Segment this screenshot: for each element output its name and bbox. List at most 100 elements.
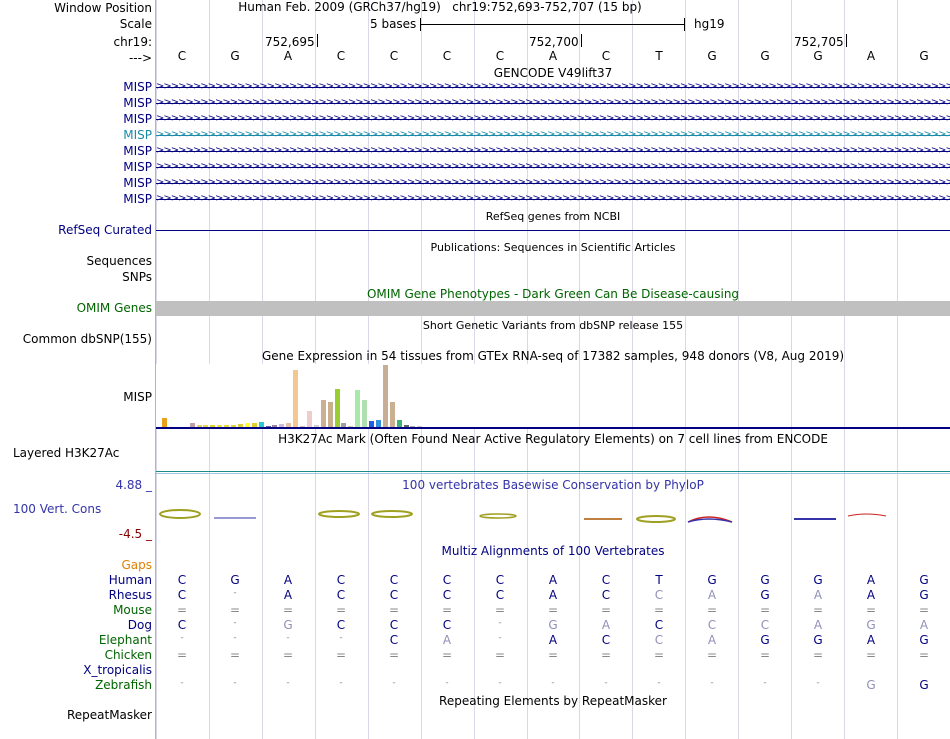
phylop-mark (371, 510, 413, 518)
alignment-base: A (813, 588, 823, 602)
track-area[interactable]: Human Feb. 2009 (GRCh37/hg19) chr19:752,… (156, 0, 950, 739)
reference-base: C (442, 49, 452, 63)
snps-label[interactable]: SNPs (122, 270, 152, 284)
alignment-base: = (176, 603, 188, 617)
assembly-name: Human Feb. 2009 (GRCh37/hg19) (238, 0, 441, 14)
alignment-base: = (335, 648, 347, 662)
gencode-transcript-label[interactable]: MISP (123, 160, 152, 174)
alignment-base: - (180, 633, 184, 643)
position-tick-label: 752,695 (265, 35, 315, 49)
alignment-base: A (813, 618, 823, 632)
reference-base: C (601, 49, 611, 63)
gencode-title: GENCODE V49lift37 (493, 66, 613, 80)
gencode-transcript-label[interactable]: MISP (123, 128, 152, 142)
gencode-transcript-label[interactable]: MISP (123, 80, 152, 94)
alignment-base: - (286, 678, 290, 688)
alignment-base: - (180, 678, 184, 688)
sequences-label[interactable]: Sequences (87, 254, 152, 268)
gtex-tissue-bar[interactable] (335, 389, 340, 428)
omim-genes-label[interactable]: OMIM Genes (77, 301, 152, 315)
refseq-gene-line[interactable] (156, 230, 950, 231)
alignment-base: C (442, 618, 452, 632)
species-label[interactable]: Elephant (99, 633, 152, 647)
alignment-base: A (866, 588, 876, 602)
phylop-mark (847, 513, 887, 517)
refseq-curated-label[interactable]: RefSeq Curated (58, 223, 152, 237)
phylop-label[interactable]: 100 Vert. Cons (13, 502, 101, 516)
gtex-tissue-bar[interactable] (355, 390, 360, 428)
species-label[interactable]: Zebrafish (95, 678, 152, 692)
species-label[interactable]: Mouse (113, 603, 152, 617)
repeatmasker-label[interactable]: RepeatMasker (67, 708, 152, 722)
alignment-base: = (176, 648, 188, 662)
gtex-misp-label[interactable]: MISP (123, 390, 152, 404)
gaps-label[interactable]: Gaps (121, 558, 152, 572)
alignment-base: - (763, 678, 767, 688)
alignment-base: - (710, 678, 714, 688)
alignment-base: - (816, 678, 820, 688)
phylop-wiggle[interactable] (156, 500, 950, 540)
gencode-transcript-label[interactable]: MISP (123, 96, 152, 110)
alignment-base: T (655, 573, 663, 587)
alignment-base: = (441, 603, 453, 617)
scale-db: hg19 (694, 17, 725, 31)
scale-bar-right (684, 18, 685, 31)
species-label[interactable]: Human (109, 573, 152, 587)
alignment-base: C (654, 633, 664, 647)
reference-base: C (495, 49, 505, 63)
strand-label: ---> (128, 51, 152, 65)
omim-bar[interactable] (156, 301, 950, 316)
gencode-transcript-label[interactable]: MISP (123, 176, 152, 190)
gtex-tissue-bar[interactable] (362, 400, 367, 428)
alignment-base: C (336, 588, 346, 602)
gencode-transcript-label[interactable]: MISP (123, 112, 152, 126)
alignment-base: - (233, 633, 237, 643)
alignment-base: = (706, 603, 718, 617)
alignment-base: - (392, 678, 396, 688)
alignment-base: G (866, 618, 876, 632)
alignment-base: C (177, 588, 187, 602)
position-tick (581, 34, 582, 47)
alignment-base: A (548, 588, 558, 602)
alignment-base: A (283, 588, 293, 602)
gtex-tissue-bar[interactable] (390, 402, 395, 428)
base-gridline (579, 0, 580, 739)
alignment-base: A (866, 633, 876, 647)
reference-base: G (919, 49, 929, 63)
track-labels: Window Position Scale chr19: ---> MISP MI… (0, 0, 156, 739)
species-label[interactable]: Rhesus (109, 588, 152, 602)
alignment-base: = (600, 603, 612, 617)
alignment-base: C (495, 573, 505, 587)
alignment-base: G (760, 588, 770, 602)
alignment-base: C (177, 573, 187, 587)
common-dbsnp-label[interactable]: Common dbSNP(155) (23, 332, 152, 346)
gtex-tissue-bar[interactable] (307, 411, 312, 428)
alignment-base: = (865, 603, 877, 617)
alignment-base: C (177, 618, 187, 632)
species-label[interactable]: Chicken (105, 648, 152, 662)
reference-base: A (283, 49, 293, 63)
layered-h3k27ac-label[interactable]: Layered H3K27Ac (13, 446, 119, 460)
strand-arrows: >>>>>>>>>>>>>>>>>>>>>>>>>>>>>>>>>>>>>>>>… (156, 162, 950, 172)
repeatmasker-title: Repeating Elements by RepeatMasker (439, 694, 667, 708)
phylop-mark (479, 513, 517, 519)
gtex-tissue-bar[interactable] (321, 400, 326, 428)
position-tick-label: 752,705 (794, 35, 844, 49)
gencode-transcript-label[interactable]: MISP (123, 192, 152, 206)
h3k27ac-title: H3K27Ac Mark (Often Found Near Active Re… (278, 432, 828, 446)
alignment-base: - (339, 633, 343, 643)
gtex-tissue-bar[interactable] (383, 365, 388, 428)
alignment-base: C (389, 618, 399, 632)
gencode-transcript-label[interactable]: MISP (123, 144, 152, 158)
h3k27ac-signal[interactable] (156, 471, 950, 472)
alignment-base: C (654, 588, 664, 602)
refseq-title: RefSeq genes from NCBI (485, 210, 621, 223)
gtex-chart[interactable] (156, 364, 536, 428)
species-label[interactable]: X_tropicalis (83, 663, 152, 677)
alignment-base: A (866, 573, 876, 587)
alignment-base: - (233, 618, 237, 628)
phylop-title: 100 vertebrates Basewise Conservation by… (402, 478, 704, 492)
species-label[interactable]: Dog (128, 618, 152, 632)
gtex-tissue-bar[interactable] (328, 402, 333, 428)
gtex-tissue-bar[interactable] (293, 370, 298, 428)
